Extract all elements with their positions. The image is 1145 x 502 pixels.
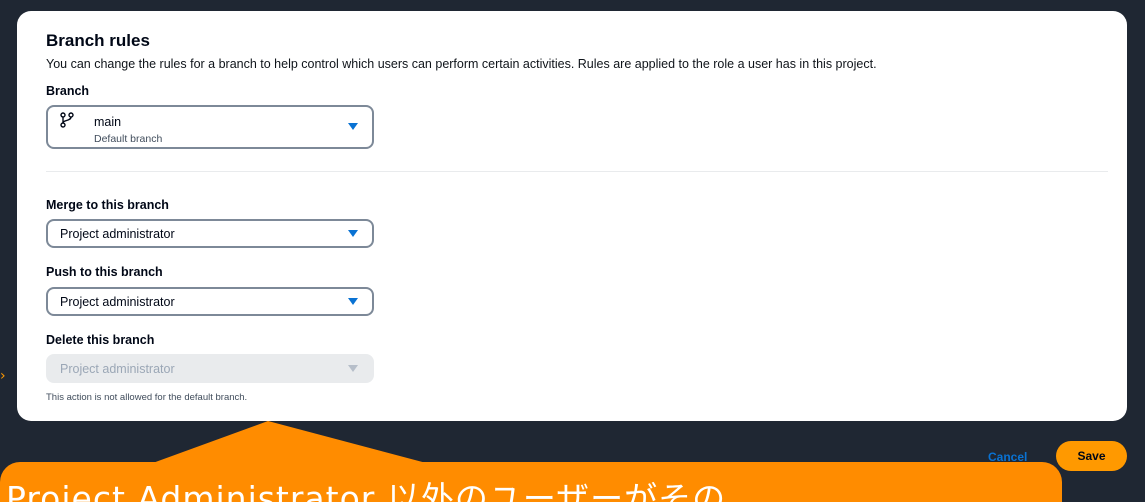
delete-value: Project administrator [60, 362, 175, 376]
branch-select[interactable]: main Default branch [46, 105, 374, 149]
merge-select[interactable]: Project administrator [46, 219, 374, 248]
branch-value: main [94, 115, 122, 129]
chevron-right-icon: › [0, 368, 6, 384]
branch-label: Branch [46, 84, 90, 98]
git-branch-icon [60, 112, 74, 128]
save-button[interactable]: Save [1056, 441, 1127, 471]
delete-hint: This action is not allowed for the defau… [46, 392, 248, 403]
merge-label: Merge to this branch [46, 198, 169, 212]
caret-down-icon [348, 365, 358, 372]
annotation-callout: Project Administrator 以外のユーザーがその [0, 462, 1062, 502]
caret-down-icon [348, 123, 358, 130]
push-label: Push to this branch [46, 265, 163, 279]
caret-down-icon [348, 230, 358, 237]
delete-select: Project administrator [46, 354, 374, 383]
panel-description: You can change the rules for a branch to… [46, 57, 877, 71]
merge-value: Project administrator [60, 227, 175, 241]
branch-rules-panel: Branch rules You can change the rules fo… [17, 11, 1127, 421]
branch-sublabel: Default branch [94, 133, 163, 145]
callout-text: Project Administrator 以外のユーザーがその [6, 479, 727, 502]
delete-label: Delete this branch [46, 333, 155, 347]
divider [46, 171, 1108, 172]
push-value: Project administrator [60, 295, 175, 309]
caret-down-icon [348, 298, 358, 305]
push-select[interactable]: Project administrator [46, 287, 374, 316]
panel-title: Branch rules [46, 31, 150, 50]
